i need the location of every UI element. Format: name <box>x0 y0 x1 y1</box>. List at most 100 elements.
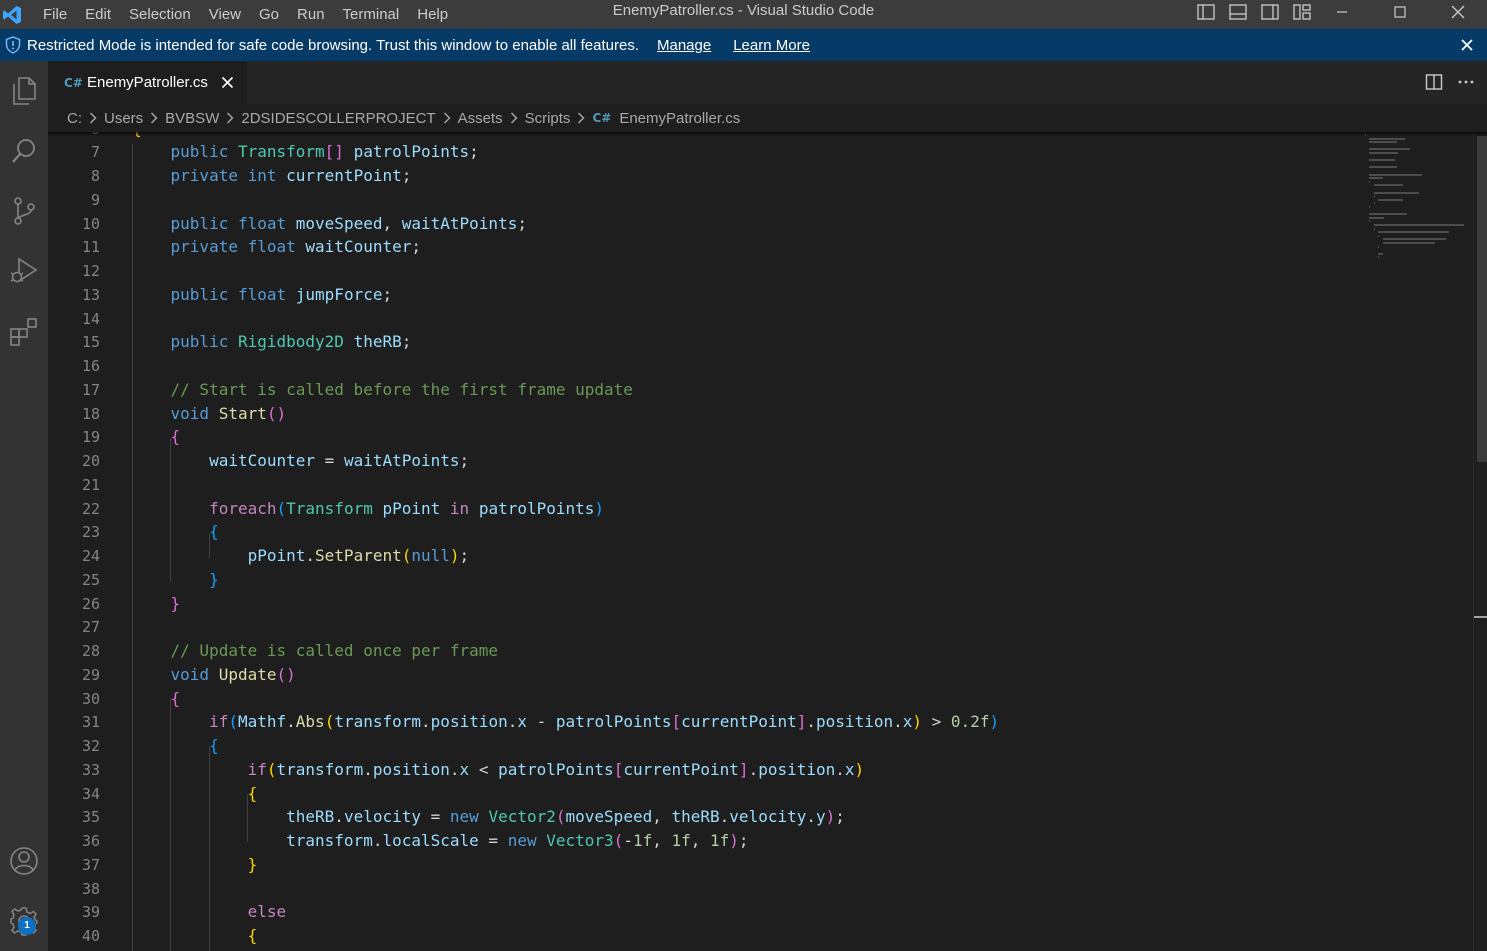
menu-view[interactable]: View <box>200 4 250 26</box>
menu-selection[interactable]: Selection <box>120 4 200 26</box>
chevron-right-icon <box>442 111 452 125</box>
close-icon[interactable] <box>1457 35 1477 55</box>
code-token: - <box>623 831 633 850</box>
breadcrumb-assets[interactable]: Assets <box>458 110 503 127</box>
menu-terminal[interactable]: Terminal <box>334 4 409 26</box>
code-token: () <box>266 403 287 423</box>
code-token: , <box>690 831 711 850</box>
code-token: ; <box>411 237 421 257</box>
breadcrumb-users[interactable]: Users <box>104 110 143 127</box>
code-token: public <box>132 142 238 162</box>
menu-file[interactable]: File <box>34 4 76 26</box>
menu-go[interactable]: Go <box>250 4 288 26</box>
scrollbar-thumb[interactable] <box>1477 136 1487 462</box>
minimap-line <box>1373 184 1404 187</box>
menu-help[interactable]: Help <box>408 4 457 26</box>
line-number: 12 <box>81 262 100 280</box>
code-token: y <box>816 807 826 827</box>
menu-bar: File Edit Selection View Go Run Terminal… <box>34 0 457 29</box>
minimap[interactable] <box>1361 132 1473 951</box>
minimap-line <box>1369 216 1384 219</box>
code-token: ) <box>449 546 460 565</box>
code-token: ; <box>469 142 479 162</box>
search-icon[interactable] <box>0 127 48 175</box>
code-token: else <box>132 902 287 922</box>
chevron-right-icon <box>149 111 159 125</box>
accounts-icon[interactable] <box>0 837 48 885</box>
toggle-secondary-sidebar-icon[interactable] <box>1254 0 1286 24</box>
code-token: transform <box>334 712 422 732</box>
code-token: < <box>469 759 499 779</box>
code-token: velocity <box>729 807 807 827</box>
code-token: SetParent <box>315 546 402 565</box>
code-line: void Update() <box>132 663 296 687</box>
code-token: waitAtPoints <box>401 213 518 233</box>
line-number: 10 <box>81 214 100 233</box>
extensions-icon[interactable] <box>0 307 48 355</box>
code-token: ; <box>459 546 470 565</box>
code-token: ; <box>401 332 412 352</box>
minimap-line <box>1373 195 1375 198</box>
split-editor-icon[interactable] <box>1425 73 1443 91</box>
code-token: . <box>748 759 759 779</box>
minimap-line <box>1373 224 1464 226</box>
code-token: ( <box>266 759 277 779</box>
minimize-icon[interactable] <box>1313 0 1371 24</box>
manage-link[interactable]: Manage <box>657 37 711 54</box>
code-token: , <box>652 807 672 827</box>
code-line: private int currentPoint; <box>132 164 412 188</box>
breadcrumb-drive[interactable]: C: <box>67 110 82 127</box>
code-token: ) <box>825 807 836 827</box>
more-actions-icon[interactable] <box>1457 73 1475 91</box>
minimap-line <box>1378 245 1380 248</box>
code-token: x <box>517 712 528 732</box>
code-token: x <box>459 759 470 779</box>
code-line: { <box>132 687 181 711</box>
code-token: { <box>132 783 258 803</box>
maximize-icon[interactable] <box>1371 0 1429 24</box>
line-number: 8 <box>90 167 100 185</box>
code-token: new <box>449 807 489 827</box>
menu-run[interactable]: Run <box>288 4 334 26</box>
source-control-icon[interactable] <box>0 187 48 235</box>
code-token: ; <box>382 284 393 304</box>
code-token: . <box>507 712 518 732</box>
code-line: } <box>132 568 219 592</box>
explorer-icon[interactable] <box>0 67 48 115</box>
code-line: { <box>132 425 181 449</box>
breadcrumb-scripts[interactable]: Scripts <box>525 110 571 127</box>
vertical-scrollbar[interactable] <box>1473 132 1487 951</box>
code-line: { <box>132 924 258 948</box>
close-window-icon[interactable] <box>1429 0 1487 24</box>
line-number: 37 <box>81 855 100 874</box>
close-icon[interactable] <box>220 75 236 91</box>
run-and-debug-icon[interactable] <box>0 247 48 295</box>
minimap-line <box>1378 231 1449 234</box>
tab-enemypatroller[interactable]: C# EnemyPatroller.cs <box>48 61 247 104</box>
breadcrumb-project[interactable]: 2DSIDESCOLLERPROJECT <box>241 110 435 127</box>
code-area[interactable]: { public Transform[] patrolPoints; priva… <box>132 132 1352 951</box>
code-token: null <box>411 546 450 565</box>
code-token: 1f <box>632 831 653 850</box>
manage-gear-icon[interactable]: 1 <box>0 897 48 945</box>
menu-edit[interactable]: Edit <box>76 4 120 26</box>
line-number-gutter: 6789101112131415161718192021222324252627… <box>48 132 108 951</box>
toggle-primary-sidebar-icon[interactable] <box>1190 0 1222 24</box>
code-token: , <box>652 831 672 850</box>
code-editor[interactable]: 6789101112131415161718192021222324252627… <box>48 132 1487 951</box>
code-line: private float waitCounter; <box>132 235 421 259</box>
code-token: private <box>132 166 248 185</box>
csharp-file-icon: C# <box>592 111 612 125</box>
learn-more-link[interactable]: Learn More <box>733 37 810 54</box>
line-number: 23 <box>81 523 100 542</box>
breadcrumb-file[interactable]: EnemyPatroller.cs <box>619 110 740 127</box>
code-line: if(Mathf.Abs(transform.position.x - patr… <box>132 710 999 734</box>
code-token: x <box>902 712 913 732</box>
code-token: velocity <box>343 807 421 827</box>
code-token: jumpForce <box>286 284 383 304</box>
breadcrumb-user[interactable]: BVBSW <box>165 110 219 127</box>
code-line: { <box>132 734 219 758</box>
toggle-panel-icon[interactable] <box>1222 0 1254 24</box>
restricted-mode-banner: Restricted Mode is intended for safe cod… <box>0 29 1487 61</box>
code-token: 0.2f <box>950 712 990 732</box>
